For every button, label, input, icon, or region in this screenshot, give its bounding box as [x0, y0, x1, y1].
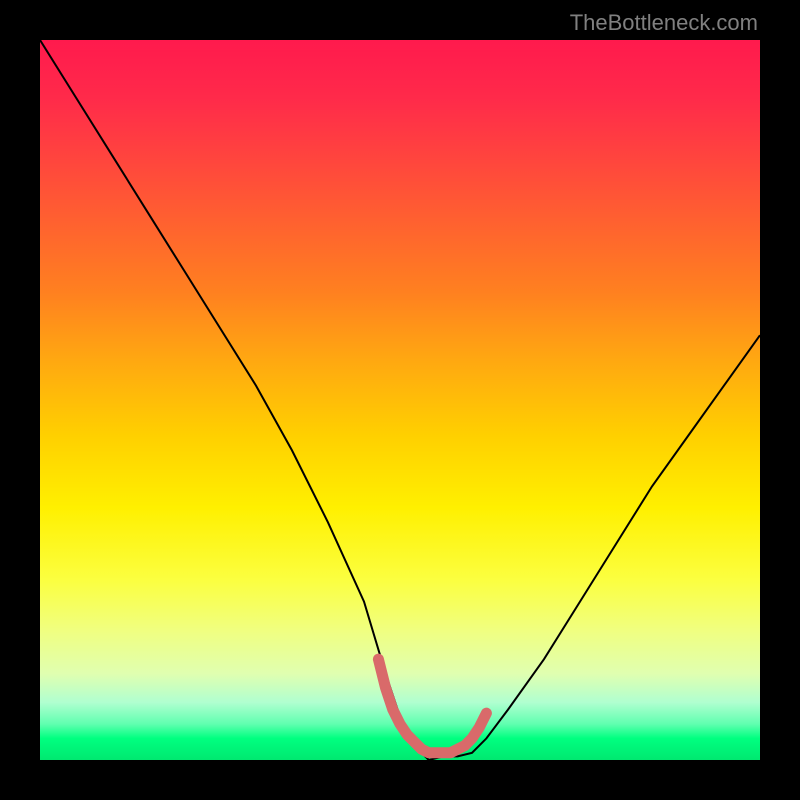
plot-area — [40, 40, 760, 760]
watermark-text: TheBottleneck.com — [570, 10, 758, 36]
optimal-zone-marker — [378, 659, 486, 753]
chart-container: TheBottleneck.com — [0, 0, 800, 800]
curve-svg — [40, 40, 760, 760]
bottleneck-curve — [40, 40, 760, 760]
